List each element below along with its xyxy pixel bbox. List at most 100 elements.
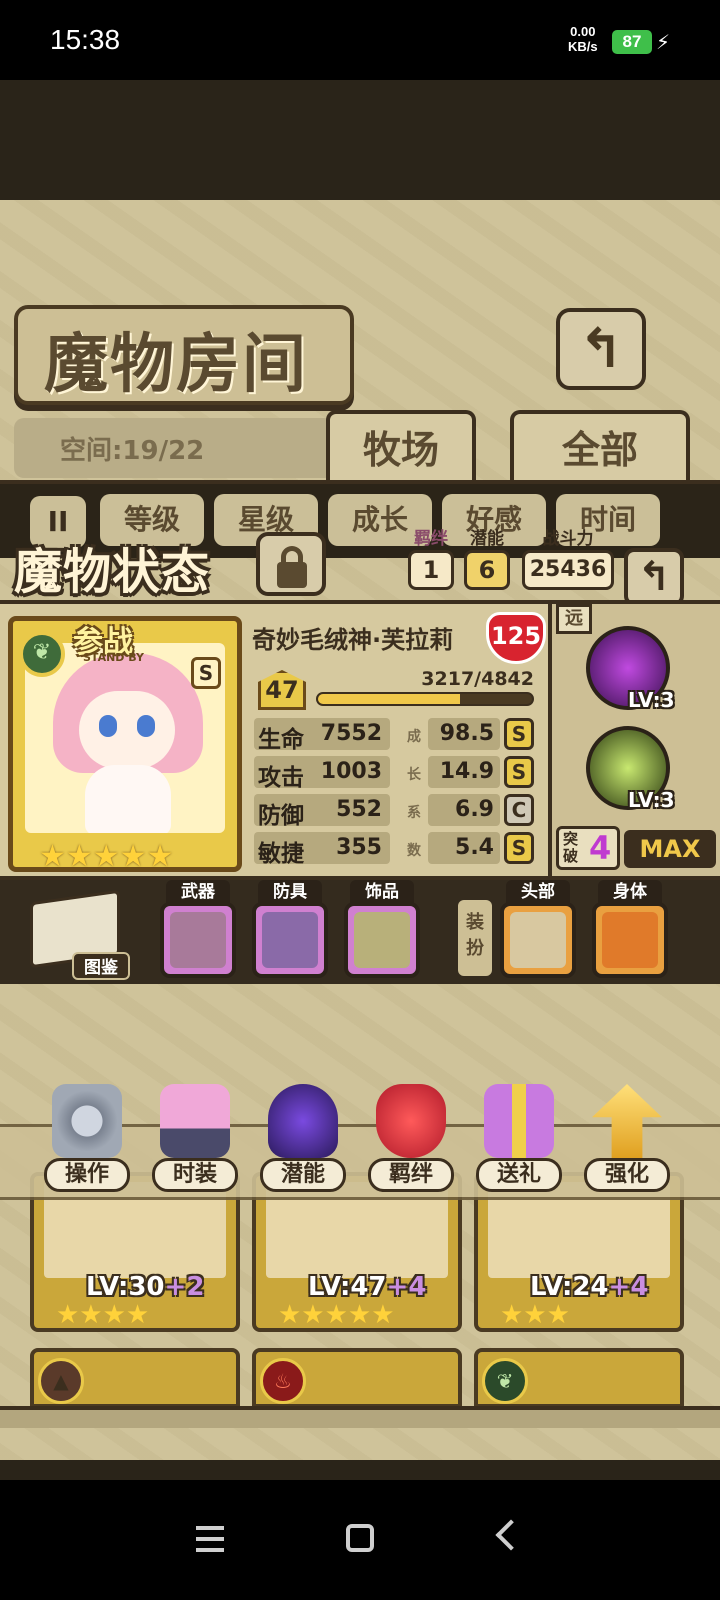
stat-name: 攻击 bbox=[258, 765, 304, 791]
exp-bar bbox=[316, 692, 534, 706]
accessory-slot[interactable] bbox=[344, 902, 420, 978]
stat-growth: 5.4 bbox=[428, 832, 500, 864]
pumpkin-icon bbox=[602, 912, 658, 968]
head-slot[interactable] bbox=[500, 902, 576, 978]
equip-label-accessory: 饰品 bbox=[350, 880, 414, 904]
skill-level: LV:3 bbox=[628, 688, 675, 712]
battery-indicator: 87 bbox=[612, 30, 652, 54]
codex-label: 图鉴 bbox=[72, 952, 130, 980]
standby-sub-label: STAND BY bbox=[83, 651, 144, 664]
stat-value: 355 bbox=[336, 835, 382, 860]
room-back-button[interactable]: ↰ bbox=[556, 308, 646, 390]
game-screen: 魔物房间 ↰ 空间:19/22 牧场 全部 II 等级 星级 成长 好感 时间 … bbox=[0, 80, 720, 1480]
home-icon[interactable] bbox=[346, 1524, 374, 1552]
net-speed: 0.00 KB/s bbox=[568, 24, 598, 54]
ring-icon bbox=[354, 912, 410, 968]
card-level: LV:47+4 bbox=[308, 1272, 427, 1302]
action-bond-button[interactable]: 羁绊 bbox=[364, 1084, 458, 1196]
status-bar: 15:38 0.00 KB/s 87 ⚡ bbox=[0, 0, 720, 80]
growth-label-char: 成 bbox=[407, 729, 421, 745]
demon-icon bbox=[268, 1084, 338, 1158]
exp-text: 3217/4842 bbox=[421, 668, 534, 690]
monster-portrait-card[interactable]: ❦ 参战 STAND BY S ★★★★★ bbox=[8, 616, 242, 874]
action-label: 操作 bbox=[44, 1158, 130, 1192]
sword-icon bbox=[170, 912, 226, 968]
equip-label-head: 头部 bbox=[506, 880, 570, 904]
back-icon[interactable] bbox=[495, 1519, 527, 1551]
equipment-row: 图鉴 武器 防具 饰品 装扮 头部 身体 bbox=[0, 880, 720, 984]
weapon-slot[interactable] bbox=[160, 902, 236, 978]
system-nav-bar bbox=[0, 1480, 720, 1600]
status-title-banner: 魔物状态 bbox=[4, 528, 244, 600]
star-rating: ★★★★★ bbox=[39, 839, 174, 874]
tab-farm[interactable]: 牧场 bbox=[326, 410, 476, 486]
card-stars: ★★★ bbox=[500, 1300, 570, 1330]
exp-bar-fill bbox=[318, 694, 461, 704]
growth-label-char: 系 bbox=[407, 805, 421, 821]
hearts-icon bbox=[376, 1084, 446, 1158]
stat-growth: 14.9 bbox=[428, 756, 500, 788]
monster-card-partial[interactable]: ❦ bbox=[474, 1348, 684, 1408]
status-panel: ❦ 参战 STAND BY S ★★★★★ 奇妙毛绒神·芙拉莉 125 47 3… bbox=[0, 600, 720, 880]
status-title: 魔物状态 bbox=[14, 544, 211, 600]
room-title: 魔物房间 bbox=[44, 327, 308, 402]
stat-row-attack: 攻击 1003 14.9 S bbox=[254, 756, 534, 791]
monster-name: 奇妙毛绒神·芙拉莉 bbox=[252, 626, 454, 654]
list-bottom-frame bbox=[0, 1406, 720, 1428]
equip-label-armor: 防具 bbox=[258, 880, 322, 904]
bond-value: 1 bbox=[408, 550, 454, 590]
stat-grade: S bbox=[504, 756, 534, 788]
gift-icon bbox=[484, 1084, 554, 1158]
cloak-icon bbox=[262, 912, 318, 968]
recent-apps-icon[interactable] bbox=[196, 1526, 224, 1552]
action-label: 潜能 bbox=[260, 1158, 346, 1192]
bond-label: 羁绊 bbox=[414, 529, 448, 549]
stat-name: 防御 bbox=[258, 803, 304, 829]
card-level: LV:30+2 bbox=[86, 1272, 205, 1302]
codex-button[interactable]: 图鉴 bbox=[30, 888, 130, 980]
action-operate-button[interactable]: 操作 bbox=[40, 1084, 134, 1196]
action-enhance-button[interactable]: 强化 bbox=[580, 1084, 674, 1196]
mountain-element-icon: ▲ bbox=[38, 1358, 84, 1404]
action-fashion-button[interactable]: 时装 bbox=[148, 1084, 242, 1196]
stat-row-hp: 生命 7552 98.5 S bbox=[254, 718, 534, 753]
stat-name: 敏捷 bbox=[258, 841, 304, 867]
leaf-element-icon: ❦ bbox=[482, 1358, 528, 1404]
stat-name: 生命 bbox=[258, 727, 304, 753]
action-label: 时装 bbox=[152, 1158, 238, 1192]
potential-chip: 潜能 6 bbox=[464, 530, 510, 596]
action-gift-button[interactable]: 送礼 bbox=[472, 1084, 566, 1196]
status-back-button[interactable]: ↰ bbox=[624, 548, 684, 606]
card-stars: ★★★★★ bbox=[278, 1300, 395, 1330]
growth-label-char: 长 bbox=[407, 767, 421, 783]
breakthrough-label: 突破 bbox=[563, 830, 579, 865]
action-label: 强化 bbox=[584, 1158, 670, 1192]
action-potential-button[interactable]: 潜能 bbox=[256, 1084, 350, 1196]
tab-all[interactable]: 全部 bbox=[510, 410, 690, 486]
net-speed-unit: KB/s bbox=[568, 39, 598, 54]
stat-value: 7552 bbox=[320, 721, 382, 746]
action-label: 羁绊 bbox=[368, 1158, 454, 1192]
armor-slot[interactable] bbox=[252, 902, 328, 978]
range-tag: 远 bbox=[556, 604, 592, 634]
potential-value: 6 bbox=[464, 550, 510, 590]
card-stars: ★★★★ bbox=[56, 1300, 150, 1330]
rank-badge: S bbox=[191, 657, 221, 689]
space-counter: 空间:19/22 bbox=[14, 418, 334, 478]
stat-value: 1003 bbox=[320, 759, 382, 784]
equip-label-weapon: 武器 bbox=[166, 880, 230, 904]
room-title-banner: 魔物房间 bbox=[14, 305, 354, 405]
body-slot[interactable] bbox=[592, 902, 668, 978]
stat-value: 552 bbox=[336, 797, 382, 822]
stat-row-agility: 敏捷 355 5.4 S bbox=[254, 832, 534, 867]
monster-card-partial[interactable]: ▲ bbox=[30, 1348, 240, 1408]
stat-row-defense: 防御 552 6.9 C bbox=[254, 794, 534, 829]
lock-button[interactable] bbox=[256, 532, 326, 596]
status-time: 15:38 bbox=[50, 24, 121, 55]
stat-grade: S bbox=[504, 718, 534, 750]
potential-label: 潜能 bbox=[470, 529, 504, 549]
net-speed-value: 0.00 bbox=[570, 24, 596, 39]
skill-column: 远 LV:3 LV:3 突破 4 MAX bbox=[548, 604, 720, 876]
leaf-element-icon: ❦ bbox=[19, 631, 65, 677]
monster-card-partial[interactable]: ♨ bbox=[252, 1348, 462, 1408]
